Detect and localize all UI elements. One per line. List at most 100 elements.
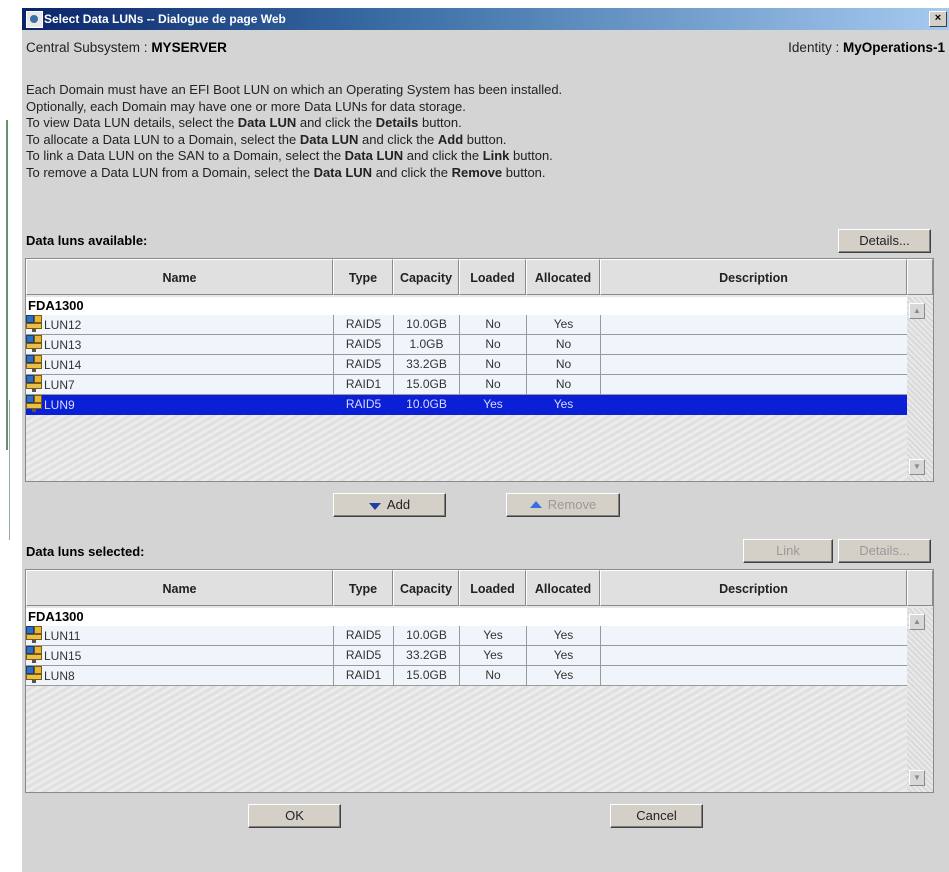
remove-button[interactable]: Remove <box>506 493 620 517</box>
instruction-post: button. <box>509 148 553 163</box>
empty-list-area <box>26 686 907 792</box>
cell-type: RAID5 <box>333 646 393 666</box>
vertical-scrollbar[interactable]: ▲ ▼ <box>907 608 933 792</box>
column-header-description[interactable]: Description <box>600 570 907 606</box>
table-row[interactable]: LUN8 RAID1 15.0GB No Yes <box>26 666 907 686</box>
background-window-edge <box>0 0 22 872</box>
instruction-b2: Remove <box>451 164 503 180</box>
table-row[interactable]: LUN15 RAID5 33.2GB Yes Yes <box>26 646 907 666</box>
cell-allocated: Yes <box>526 315 600 335</box>
cell-loaded: No <box>459 355 526 375</box>
cell-name: LUN11 <box>26 626 333 646</box>
column-header-type[interactable]: Type <box>333 259 393 295</box>
available-details-button[interactable]: Details... <box>838 229 931 253</box>
lun-storage-icon <box>26 335 43 352</box>
cell-allocated: No <box>526 375 600 395</box>
lun-storage-icon <box>26 646 43 663</box>
instruction-b2: Add <box>437 131 464 147</box>
cell-name: LUN15 <box>26 646 333 666</box>
table-row[interactable]: LUN12 RAID5 10.0GB No Yes <box>26 315 907 335</box>
identity: Identity : MyOperations-1 <box>788 40 945 55</box>
instruction-b1: Data LUN <box>237 115 297 130</box>
instruction-line: To view Data LUN details, select the Dat… <box>26 115 562 132</box>
add-button[interactable]: Add <box>333 493 446 517</box>
ok-button[interactable]: OK <box>248 804 341 828</box>
select-data-luns-dialog: Select Data LUNs -- Dialogue de page Web… <box>22 8 949 872</box>
cell-description <box>600 335 907 355</box>
cell-description <box>600 315 907 335</box>
cell-capacity: 33.2GB <box>393 646 459 666</box>
instruction-pre: Each Domain must have an EFI Boot LUN on… <box>26 82 563 97</box>
instruction-pre: To link a Data LUN on the SAN to a Domai… <box>26 148 345 163</box>
lun-storage-icon <box>26 315 43 332</box>
scroll-down-icon[interactable]: ▼ <box>909 770 925 786</box>
cell-allocated: Yes <box>526 646 600 666</box>
selected-details-button[interactable]: Details... <box>838 539 931 563</box>
cell-name: LUN12 <box>26 315 333 335</box>
add-label: Add <box>386 497 411 512</box>
subsystem-value: MYSERVER <box>151 40 227 55</box>
column-header-allocated[interactable]: Allocated <box>526 259 600 295</box>
cell-loaded: No <box>459 375 526 395</box>
link-button[interactable]: Link <box>743 539 833 563</box>
table-row[interactable]: LUN7 RAID1 15.0GB No No <box>26 375 907 395</box>
column-header-loaded[interactable]: Loaded <box>459 570 526 606</box>
cell-description <box>600 626 907 646</box>
instruction-mid: and click the <box>372 164 452 180</box>
vertical-scrollbar[interactable]: ▲ ▼ <box>907 297 933 481</box>
scroll-up-icon[interactable]: ▲ <box>909 303 925 319</box>
table-row[interactable]: LUN9 RAID5 10.0GB Yes Yes <box>26 395 907 415</box>
cell-loaded: Yes <box>459 395 526 415</box>
cell-type: RAID5 <box>333 626 393 646</box>
cell-allocated: No <box>526 355 600 375</box>
instruction-post: button. <box>463 131 507 147</box>
cell-loaded: Yes <box>459 626 526 646</box>
cancel-button[interactable]: Cancel <box>610 804 703 828</box>
lun-name: LUN7 <box>44 378 75 392</box>
lun-name: LUN12 <box>44 318 82 332</box>
instruction-line: To link a Data LUN on the SAN to a Domai… <box>26 148 562 165</box>
cell-capacity: 1.0GB <box>393 335 459 355</box>
lun-name: LUN15 <box>44 649 82 663</box>
lun-name: LUN8 <box>44 669 75 683</box>
column-header-description[interactable]: Description <box>600 259 907 295</box>
column-header-capacity[interactable]: Capacity <box>393 259 459 295</box>
cell-name: LUN7 <box>26 375 333 395</box>
cell-description <box>600 375 907 395</box>
arrow-up-icon <box>529 501 542 508</box>
column-header-allocated[interactable]: Allocated <box>526 570 600 606</box>
available-section-title: Data luns available: <box>26 233 148 248</box>
cell-description <box>600 666 907 686</box>
cell-description <box>600 646 907 666</box>
instruction-b1: Data LUN <box>299 131 359 147</box>
column-header-name[interactable]: Name <box>26 259 333 295</box>
cell-type: RAID5 <box>333 395 393 415</box>
table-row[interactable]: LUN14 RAID5 33.2GB No No <box>26 355 907 375</box>
cell-type: RAID5 <box>333 315 393 335</box>
scroll-down-icon[interactable]: ▼ <box>909 459 925 475</box>
lun-storage-icon <box>26 626 43 643</box>
close-button[interactable]: × <box>929 11 947 27</box>
column-header-type[interactable]: Type <box>333 570 393 606</box>
lun-name: LUN13 <box>44 338 82 352</box>
instruction-b2: Link <box>482 148 510 163</box>
cell-loaded: No <box>459 315 526 335</box>
cell-allocated: Yes <box>526 626 600 646</box>
column-header-name[interactable]: Name <box>26 570 333 606</box>
lun-storage-icon <box>26 375 43 392</box>
instruction-pre: Optionally, each Domain may have one or … <box>26 98 466 114</box>
table-row[interactable]: LUN13 RAID5 1.0GB No No <box>26 335 907 355</box>
lun-name: LUN14 <box>44 358 82 372</box>
instruction-post: button. <box>418 115 462 130</box>
lun-name: LUN9 <box>44 398 75 412</box>
column-header-loaded[interactable]: Loaded <box>459 259 526 295</box>
column-header-capacity[interactable]: Capacity <box>393 570 459 606</box>
cell-name: LUN8 <box>26 666 333 686</box>
scroll-up-icon[interactable]: ▲ <box>909 614 925 630</box>
table-row[interactable]: LUN11 RAID5 10.0GB Yes Yes <box>26 626 907 646</box>
group-header: FDA1300 <box>26 297 907 315</box>
instruction-b2: Details <box>375 115 419 130</box>
cell-description <box>600 355 907 375</box>
instruction-line: To remove a Data LUN from a Domain, sele… <box>26 165 562 182</box>
instruction-pre: To remove a Data LUN from a Domain, sele… <box>26 164 314 180</box>
